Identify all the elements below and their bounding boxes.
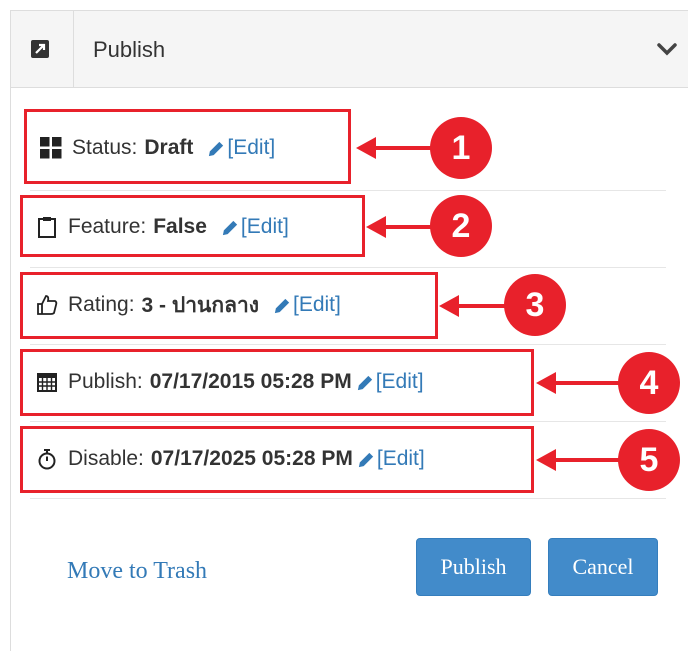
external-link-square-icon xyxy=(31,40,49,58)
annotation-arrowhead xyxy=(356,137,376,159)
panel-header[interactable]: Publish xyxy=(11,11,688,88)
annotation-arrowhead xyxy=(366,216,386,238)
clipboard-icon xyxy=(38,217,56,238)
pencil-icon xyxy=(209,141,224,156)
publish-date-row: Publish: 07/17/2015 05:28 PM [Edit] xyxy=(36,367,424,397)
rating-edit-label: [Edit] xyxy=(293,293,341,316)
annotation-arrow xyxy=(552,381,622,385)
annotation-arrowhead xyxy=(439,295,459,317)
status-row: Status: Draft [Edit] xyxy=(40,133,275,163)
annotation-badge-5: 5 xyxy=(618,429,680,491)
feature-edit-label: [Edit] xyxy=(240,215,289,238)
stopwatch-icon xyxy=(38,449,56,470)
annotation-badge-4: 4 xyxy=(618,352,680,414)
status-label: Status: xyxy=(72,136,138,159)
status-value: Draft xyxy=(144,136,194,159)
feature-label: Feature: xyxy=(68,215,147,238)
rating-row: Rating: 3 - ปานกลาง [Edit] xyxy=(36,290,341,320)
annotation-arrowhead xyxy=(536,449,556,471)
annotation-badge-1: 1 xyxy=(430,117,492,179)
rating-value: 3 - ปานกลาง xyxy=(141,293,259,317)
annotation-badge-2: 2 xyxy=(430,195,492,257)
panel-title: Publish xyxy=(93,37,166,62)
pencil-icon xyxy=(358,452,374,467)
calendar-icon xyxy=(37,373,57,392)
disable-date-edit-link[interactable]: [Edit] xyxy=(357,447,425,471)
disable-date-value: 07/17/2025 05:28 PM xyxy=(150,447,353,470)
publish-date-edit-label: [Edit] xyxy=(375,370,424,393)
thumbs-up-icon xyxy=(37,295,58,315)
th-large-icon xyxy=(40,137,62,159)
row-divider xyxy=(30,267,666,268)
header-icon-cell xyxy=(11,11,74,87)
publish-button[interactable]: Publish xyxy=(416,538,531,596)
status-edit-label: [Edit] xyxy=(227,136,276,159)
feature-row: Feature: False [Edit] xyxy=(36,212,289,242)
pencil-icon xyxy=(274,298,290,313)
publish-date-edit-link[interactable]: [Edit] xyxy=(356,370,424,394)
status-edit-link[interactable]: [Edit] xyxy=(207,136,275,160)
rating-label: Rating: xyxy=(68,293,135,316)
row-divider xyxy=(30,498,666,499)
annotation-arrowhead xyxy=(536,372,556,394)
cancel-button[interactable]: Cancel xyxy=(548,538,658,596)
chevron-down-icon[interactable] xyxy=(656,41,678,57)
row-divider xyxy=(30,421,666,422)
publish-date-label: Publish: xyxy=(68,370,143,393)
annotation-arrow xyxy=(372,146,432,150)
feature-value: False xyxy=(153,215,207,238)
disable-date-row: Disable: 07/17/2025 05:28 PM [Edit] xyxy=(36,444,425,474)
disable-date-edit-label: [Edit] xyxy=(376,447,425,470)
pencil-icon xyxy=(357,375,372,390)
annotation-arrow xyxy=(455,304,505,308)
row-divider xyxy=(30,190,666,191)
row-divider xyxy=(30,344,666,345)
annotation-badge-3: 3 xyxy=(504,274,566,336)
disable-date-label: Disable: xyxy=(68,447,144,470)
annotation-arrow xyxy=(552,458,622,462)
move-to-trash-link[interactable]: Move to Trash xyxy=(67,558,207,585)
annotation-arrow xyxy=(382,225,432,229)
rating-edit-link[interactable]: [Edit] xyxy=(273,293,341,317)
pencil-icon xyxy=(222,220,238,235)
publish-date-value: 07/17/2015 05:28 PM xyxy=(149,370,352,393)
feature-edit-link[interactable]: [Edit] xyxy=(221,215,289,239)
